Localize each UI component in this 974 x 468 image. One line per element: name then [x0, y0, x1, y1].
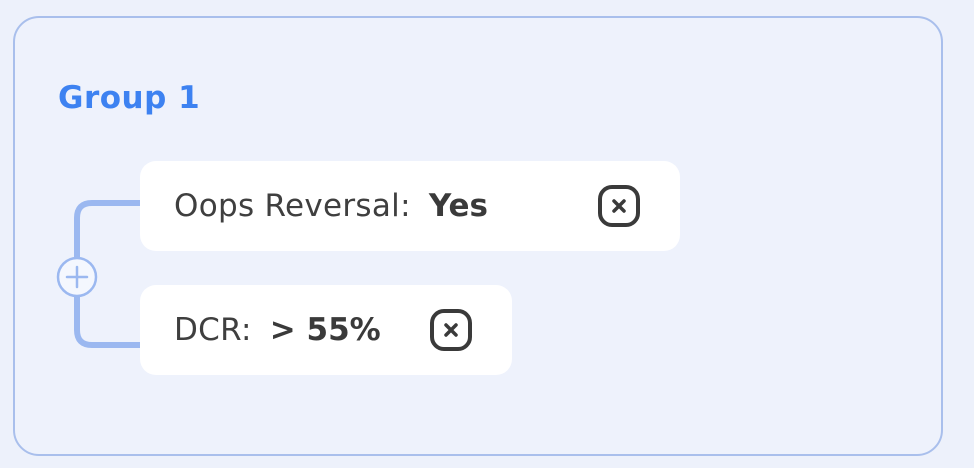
- remove-condition-icon[interactable]: [596, 183, 642, 229]
- condition-label: DCR:: [174, 312, 252, 348]
- condition-label: Oops Reversal:: [174, 188, 411, 224]
- condition-chip-oops-reversal: Oops Reversal: Yes: [140, 161, 680, 251]
- condition-value: Yes: [428, 188, 488, 224]
- page: Group 1 Oops Reversal: Yes DCR: > 55%: [0, 0, 974, 468]
- group-title: Group 1: [58, 80, 201, 116]
- condition-value: > 55%: [269, 312, 381, 348]
- add-condition-icon[interactable]: [53, 253, 101, 301]
- remove-condition-icon[interactable]: [428, 307, 474, 353]
- condition-chip-dcr: DCR: > 55%: [140, 285, 512, 375]
